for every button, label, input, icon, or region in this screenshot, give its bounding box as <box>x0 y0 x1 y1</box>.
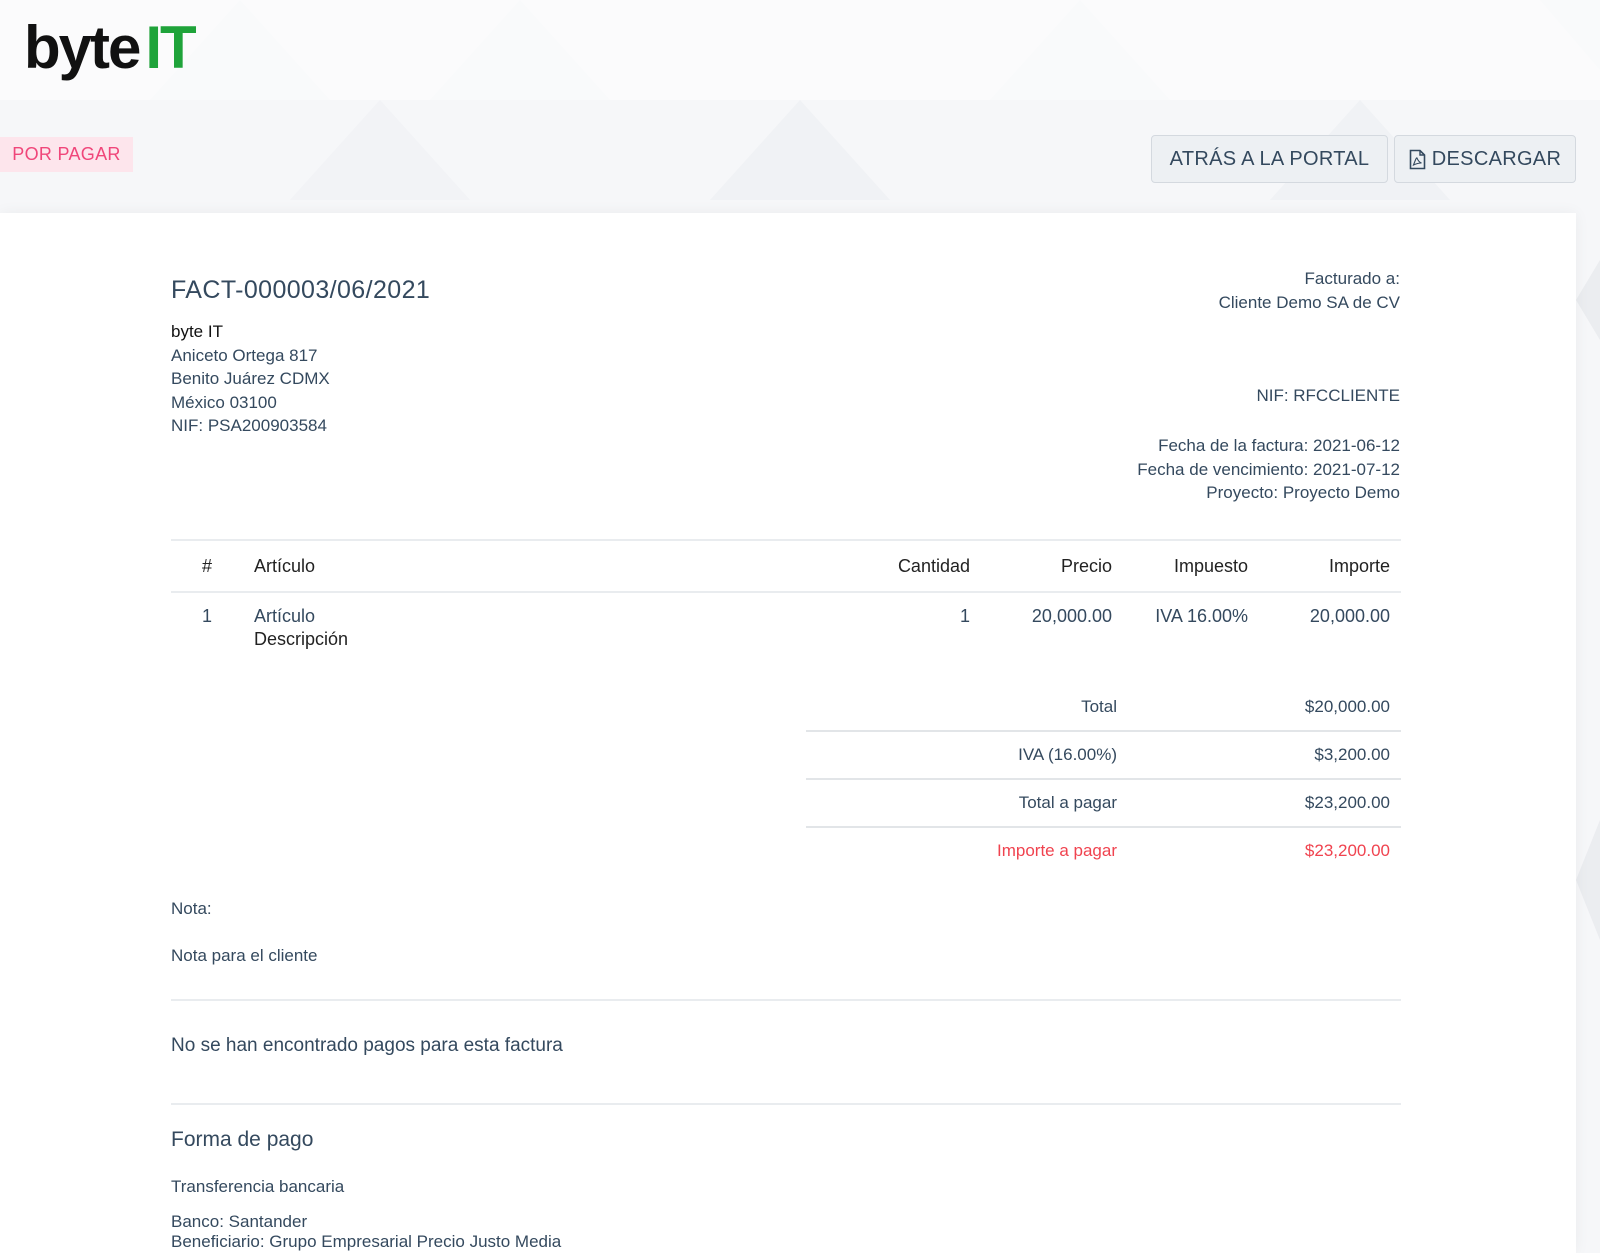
download-button-label: DESCARGAR <box>1431 148 1562 170</box>
col-header-price: Precio <box>981 539 1123 593</box>
issuer-address-line: México 03100 <box>171 392 277 412</box>
item-cell: Artículo Descripción <box>243 592 819 665</box>
project: Proyecto: Proyecto Demo <box>1206 483 1400 502</box>
items-header-row: # Artículo Cantidad Precio Impuesto Impo… <box>171 539 1401 593</box>
company-logo[interactable]: byte IT <box>24 18 197 78</box>
issuer-address: byte IT Aniceto Ortega 817 Benito Juárez… <box>171 320 330 438</box>
col-header-amount: Importe <box>1259 539 1401 593</box>
file-pdf-icon <box>1409 149 1426 169</box>
divider <box>171 1103 1401 1105</box>
totals-table: Total $20,000.00 IVA (16.00%) $3,200.00 … <box>806 684 1401 874</box>
subtotal-value: $20,000.00 <box>1304 697 1390 716</box>
tax-label: IVA (16.00%) <box>806 730 1128 779</box>
amount-due-label: Importe a pagar <box>806 826 1128 874</box>
total-row: Total a pagar $23,200.00 <box>806 778 1401 827</box>
items-table: # Artículo Cantidad Precio Impuesto Impo… <box>171 539 1401 665</box>
issuer-company: byte IT <box>171 322 223 341</box>
invoice-number: FACT-000003/06/2021 <box>171 276 431 304</box>
note-label: Nota: <box>171 899 212 918</box>
item-name: Artículo <box>254 606 316 626</box>
payment-method-name: Transferencia bancaria <box>171 1177 345 1196</box>
col-header-tax: Impuesto <box>1123 539 1259 593</box>
client-name: Cliente Demo SA de CV <box>1218 292 1400 312</box>
bank-details: Banco: Santander Beneficiario: Grupo Emp… <box>171 1212 561 1252</box>
item-description: Descripción <box>254 629 349 649</box>
table-row: 1 Artículo Descripción 1 20,000.00 IVA 1… <box>171 592 1401 665</box>
billed-to-block: Facturado a: Cliente Demo SA de CV <box>1040 267 1400 314</box>
total-value: $23,200.00 <box>1128 778 1401 827</box>
status-badge: POR PAGAR <box>0 137 133 172</box>
tax-row: IVA (16.00%) $3,200.00 <box>806 730 1401 779</box>
divider <box>171 999 1401 1001</box>
back-to-portal-button[interactable]: ATRÁS A LA PORTAL <box>1151 135 1388 183</box>
no-payments-message: No se han encontrado pagos para esta fac… <box>171 1035 563 1056</box>
header-bar <box>0 0 1600 100</box>
item-amount: 20,000.00 <box>1309 606 1390 626</box>
note-text: Nota para el cliente <box>171 946 318 965</box>
logo-text-it: IT <box>145 14 196 81</box>
client-tax-id: NIF: RFCCLIENTE <box>1256 386 1400 405</box>
issuer-address-line: Aniceto Ortega 817 <box>171 345 318 365</box>
download-button[interactable]: DESCARGAR <box>1394 135 1576 183</box>
bank-beneficiary: Beneficiario: Grupo Empresarial Precio J… <box>171 1232 562 1251</box>
issuer-tax-id: NIF: PSA200903584 <box>171 416 327 435</box>
col-header-item: Artículo <box>243 539 819 593</box>
bank-name: Banco: Santander <box>171 1212 308 1231</box>
amount-due-value: $23,200.00 <box>1128 826 1401 874</box>
item-number: 1 <box>201 606 212 626</box>
due-date: Fecha de vencimiento: 2021-07-12 <box>1137 459 1400 479</box>
subtotal-row: Total $20,000.00 <box>806 684 1401 731</box>
total-label: Total a pagar <box>806 778 1128 827</box>
item-quantity: 1 <box>959 606 970 626</box>
issuer-address-line: Benito Juárez CDMX <box>171 369 330 388</box>
col-header-number: # <box>171 539 243 593</box>
amount-due-row: Importe a pagar $23,200.00 <box>806 826 1401 874</box>
invoice-dates: Fecha de la factura: 2021-06-12 Fecha de… <box>1040 434 1400 505</box>
col-header-quantity: Cantidad <box>819 539 981 593</box>
subtotal-label: Total <box>1081 697 1117 716</box>
invoice-date: Fecha de la factura: 2021-06-12 <box>1158 436 1400 455</box>
tax-value: $3,200.00 <box>1128 730 1401 779</box>
logo-text-byte: byte <box>24 14 141 81</box>
item-price: 20,000.00 <box>1031 606 1112 626</box>
item-tax: IVA 16.00% <box>1155 606 1248 626</box>
payment-method-title: Forma de pago <box>171 1128 314 1151</box>
billed-to-label: Facturado a: <box>1304 269 1400 288</box>
